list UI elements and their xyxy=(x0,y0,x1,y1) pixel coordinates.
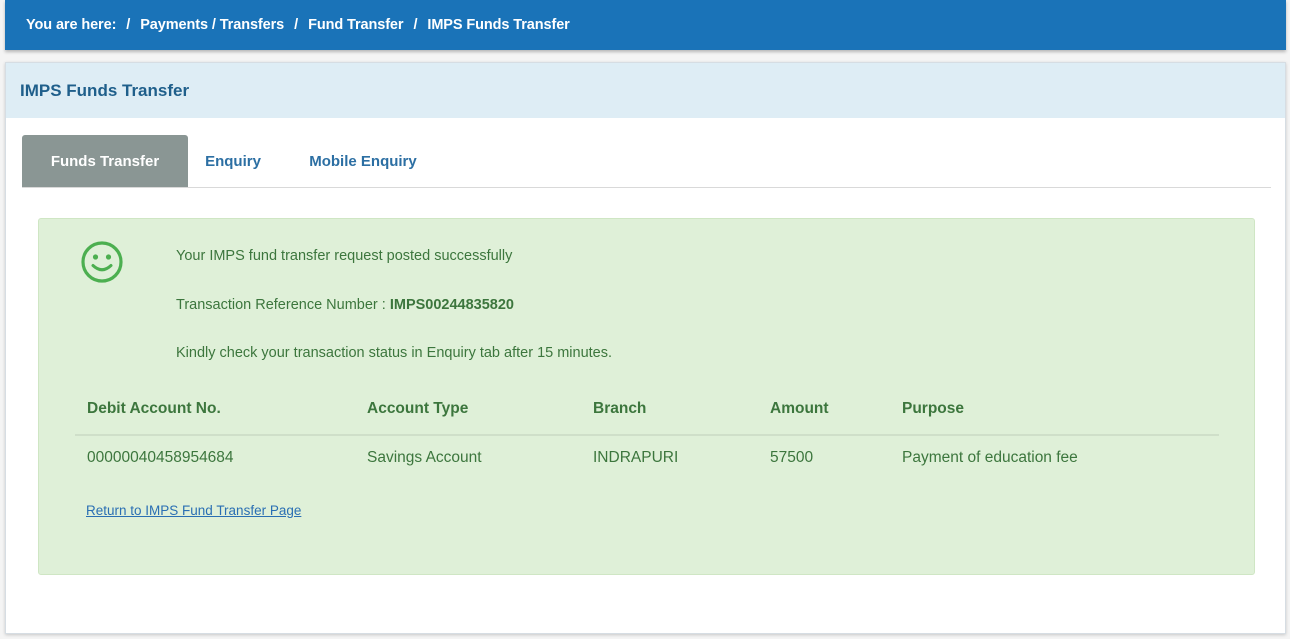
cell-purpose: Payment of education fee xyxy=(902,449,1078,466)
reference-label: Transaction Reference Number : xyxy=(176,297,386,313)
cell-debit-account: 00000040458954684 xyxy=(87,449,234,466)
page-title: IMPS Funds Transfer xyxy=(20,80,190,100)
panel-header: IMPS Funds Transfer xyxy=(6,63,1285,118)
table-row: 00000040458954684 Savings Account INDRAP… xyxy=(75,435,1219,480)
cell-account-type: Savings Account xyxy=(367,449,482,466)
header-branch: Branch xyxy=(581,384,758,436)
breadcrumb: You are here: / Payments / Transfers / F… xyxy=(5,0,1286,50)
cell-branch: INDRAPURI xyxy=(593,449,679,466)
breadcrumb-item-payments-transfers[interactable]: Payments / Transfers xyxy=(140,17,284,33)
success-message: Your IMPS fund transfer request posted s… xyxy=(176,248,513,264)
header-account-type: Account Type xyxy=(355,384,581,436)
reference-line: Transaction Reference Number : IMPS00244… xyxy=(176,297,514,313)
breadcrumb-separator: / xyxy=(413,17,418,33)
status-note: Kindly check your transaction status in … xyxy=(176,345,613,361)
transfer-details-table: Debit Account No. Account Type Branch Am… xyxy=(75,384,1219,480)
page: You are here: / Payments / Transfers / F… xyxy=(0,0,1290,639)
tab-funds-transfer[interactable]: Funds Transfer xyxy=(22,135,188,187)
header-purpose: Purpose xyxy=(890,384,1219,436)
tab-bar: Funds Transfer Enquiry Mobile Enquiry xyxy=(22,135,1271,188)
smiley-icon xyxy=(81,241,123,283)
tab-mobile-enquiry[interactable]: Mobile Enquiry xyxy=(278,135,448,187)
cell-amount: 57500 xyxy=(770,449,814,466)
breadcrumb-item-fund-transfer[interactable]: Fund Transfer xyxy=(308,17,403,33)
breadcrumb-separator: / xyxy=(126,17,131,33)
breadcrumb-prefix: You are here: xyxy=(26,17,117,33)
header-amount: Amount xyxy=(758,384,890,436)
header-debit-account: Debit Account No. xyxy=(75,384,355,436)
breadcrumb-item-imps-funds-transfer: IMPS Funds Transfer xyxy=(427,17,570,33)
table-header-row: Debit Account No. Account Type Branch Am… xyxy=(75,384,1219,436)
return-link[interactable]: Return to IMPS Fund Transfer Page xyxy=(86,503,301,518)
tab-enquiry[interactable]: Enquiry xyxy=(188,135,278,187)
success-alert: Your IMPS fund transfer request posted s… xyxy=(38,218,1255,575)
breadcrumb-separator: / xyxy=(294,17,299,33)
imps-panel: IMPS Funds Transfer Funds Transfer Enqui… xyxy=(5,62,1286,634)
reference-number: IMPS00244835820 xyxy=(389,297,514,313)
